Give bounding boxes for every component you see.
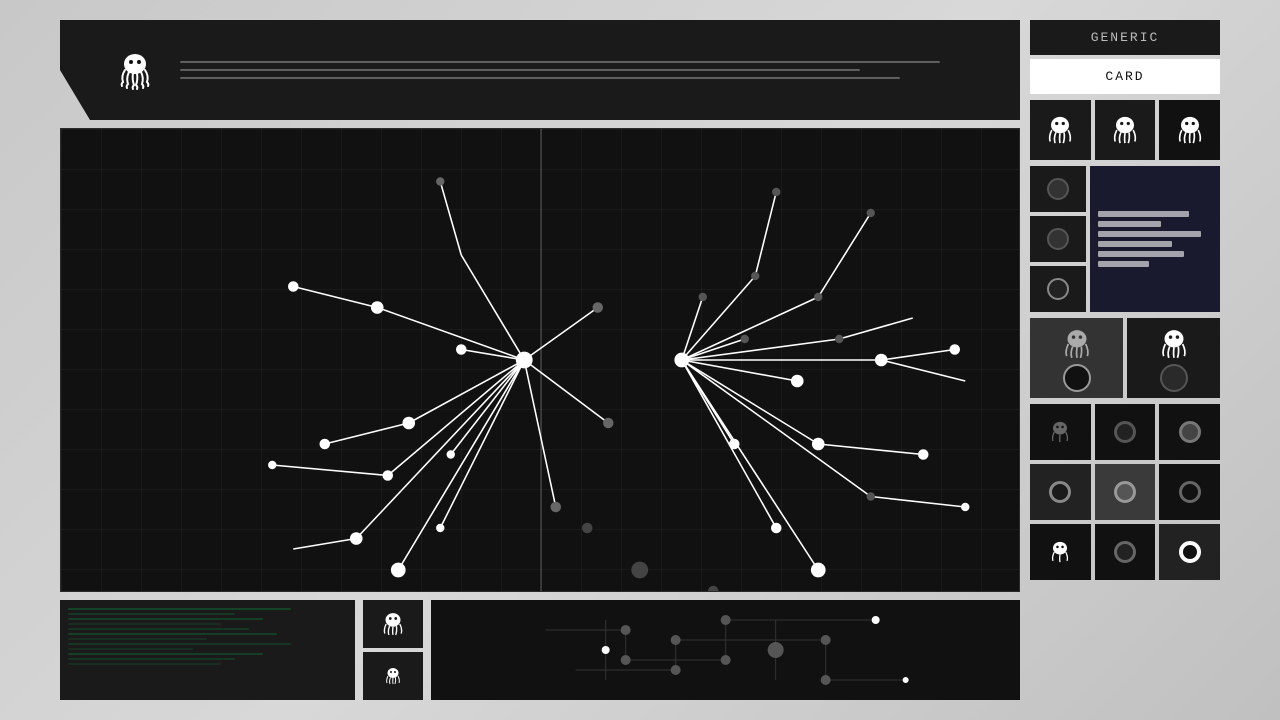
- knob-left[interactable]: [1063, 364, 1091, 392]
- ring-5: [1179, 481, 1201, 503]
- octopus-icon-3: [1172, 112, 1208, 148]
- main-container: GENERIC CARD: [60, 20, 1220, 700]
- grid-cell-5: [1095, 464, 1156, 520]
- octopus-icon-panel-right: [1155, 325, 1193, 363]
- mini-icon-box-2: [363, 652, 423, 700]
- icon-panel-right: [1127, 318, 1220, 398]
- grid-cell-2: [1095, 404, 1156, 460]
- code-panel: [60, 600, 355, 700]
- bottom-row: [60, 600, 1020, 700]
- circuit-board-svg: [431, 600, 1020, 700]
- ctrl-circle-3: [1047, 278, 1069, 300]
- top-bar: [60, 20, 1020, 120]
- card-button[interactable]: CARD: [1030, 59, 1220, 94]
- icon-knob-section: [1030, 318, 1220, 398]
- octopus-logo-icon: [113, 48, 157, 92]
- grid-cell-4: [1030, 464, 1091, 520]
- controls-section: [1030, 166, 1220, 312]
- octopus-icon-1: [1042, 112, 1078, 148]
- top-bar-line-1: [180, 61, 940, 63]
- grid-cell-7: [1030, 524, 1091, 580]
- ctrl-circle-1: [1047, 178, 1069, 200]
- octopus-icon-panel-left: [1058, 325, 1096, 363]
- bar-row-6: [1098, 261, 1212, 267]
- bar-row-5: [1098, 251, 1212, 257]
- grid-cell-3: [1159, 404, 1220, 460]
- controls-left: [1030, 166, 1086, 312]
- ring-2: [1179, 421, 1201, 443]
- top-bar-line-2: [180, 69, 860, 71]
- top-bar-lines: [180, 61, 1000, 79]
- code-lines: [60, 600, 355, 673]
- right-top-buttons: GENERIC CARD: [1030, 20, 1220, 94]
- grid-oct-1: [1046, 418, 1074, 446]
- grid-cell-6: [1159, 464, 1220, 520]
- ring-3: [1049, 481, 1071, 503]
- ring-8: [1179, 541, 1201, 563]
- icon-cell-2: [1095, 100, 1156, 160]
- ring-7: [1114, 541, 1136, 563]
- ring-4: [1114, 481, 1136, 503]
- ring-1: [1114, 421, 1136, 443]
- grid-cell-9: [1159, 524, 1220, 580]
- controls-right: [1090, 166, 1220, 312]
- octopus-mini-icon-2: [382, 665, 404, 687]
- mini-icon-box-1: [363, 600, 423, 648]
- ctrl-btn-2[interactable]: [1030, 216, 1086, 262]
- bar-row-1: [1098, 211, 1212, 217]
- knob-right[interactable]: [1160, 364, 1188, 392]
- icon-cell-3: [1159, 100, 1220, 160]
- bar-row-4: [1098, 241, 1212, 247]
- icon-cell-1: [1030, 100, 1091, 160]
- main-canvas: [60, 128, 1020, 592]
- bottom-icon-grid: [1030, 404, 1220, 580]
- circuit-board-panel: [431, 600, 1020, 700]
- bar-row-3: [1098, 231, 1212, 237]
- circuit-network-svg: [61, 129, 1019, 591]
- bottom-mid-panel: [363, 600, 423, 700]
- octopus-mini-icon-1: [378, 609, 408, 639]
- grid-cell-8: [1095, 524, 1156, 580]
- ctrl-btn-1[interactable]: [1030, 166, 1086, 212]
- bar-row-2: [1098, 221, 1212, 227]
- right-column: GENERIC CARD: [1030, 20, 1220, 700]
- generic-button[interactable]: GENERIC: [1030, 20, 1220, 55]
- top-bar-line-3: [180, 77, 900, 79]
- icon-row-top: [1030, 100, 1220, 160]
- ctrl-btn-3[interactable]: [1030, 266, 1086, 312]
- octopus-icon-2: [1107, 112, 1143, 148]
- grid-oct-7: [1046, 538, 1074, 566]
- icon-panel-left: [1030, 318, 1123, 398]
- grid-cell-1: [1030, 404, 1091, 460]
- left-column: [60, 20, 1020, 700]
- ctrl-circle-2: [1047, 228, 1069, 250]
- top-bar-logo: [110, 45, 160, 95]
